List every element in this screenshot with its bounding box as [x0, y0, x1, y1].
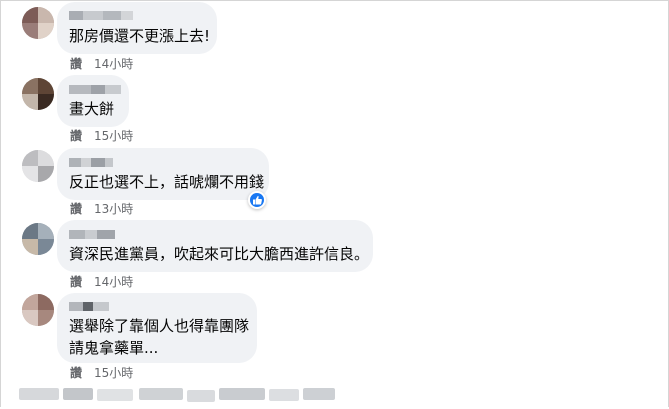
- comment-meta: 讚 14小時: [70, 56, 133, 72]
- comment-meta: 讚 14小時: [70, 274, 133, 290]
- comment-text-line-2: 請鬼拿藥單...: [69, 339, 159, 357]
- comment-timestamp[interactable]: 15小時: [94, 366, 133, 380]
- comment-timestamp[interactable]: 13小時: [94, 202, 133, 216]
- like-button[interactable]: 讚: [70, 129, 82, 143]
- comment-meta: 讚 15小時: [70, 128, 133, 144]
- like-reaction-icon[interactable]: [248, 191, 266, 209]
- like-button[interactable]: 讚: [70, 366, 82, 380]
- comment-text: 那房價還不更漲上去!: [69, 27, 211, 45]
- comment-meta: 讚 15小時: [70, 365, 133, 381]
- comment-text: 資深民進黨員，吹起來可比大膽西進許信良。: [69, 245, 370, 263]
- comment-timestamp[interactable]: 14小時: [94, 275, 133, 289]
- author-name-redacted[interactable]: [69, 302, 109, 311]
- author-name-redacted[interactable]: [69, 11, 133, 20]
- redacted-footer: [19, 384, 335, 409]
- avatar[interactable]: [22, 7, 54, 39]
- comment-text-line-1: 選舉除了靠個人也得靠團隊: [69, 317, 250, 335]
- comment-meta: 讚 13小時: [70, 201, 133, 217]
- author-name-redacted[interactable]: [69, 158, 113, 167]
- comment-text: 反正也選不上，話唬爛不用錢: [69, 173, 265, 191]
- comment-text: 畫大餅: [69, 100, 115, 118]
- author-name-redacted[interactable]: [69, 230, 115, 239]
- author-name-redacted[interactable]: [69, 85, 121, 94]
- avatar[interactable]: [22, 150, 54, 182]
- comment-timestamp[interactable]: 15小時: [94, 129, 133, 143]
- comments-panel: 那房價還不更漲上去! 讚 14小時 畫大餅 讚 15小時 反正也選不上，話唬爛不用錢…: [0, 0, 669, 407]
- comment-timestamp[interactable]: 14小時: [94, 57, 133, 71]
- avatar[interactable]: [22, 223, 54, 255]
- like-button[interactable]: 讚: [70, 202, 82, 216]
- like-button[interactable]: 讚: [70, 275, 82, 289]
- like-button[interactable]: 讚: [70, 57, 82, 71]
- avatar[interactable]: [22, 294, 54, 326]
- avatar[interactable]: [22, 78, 54, 110]
